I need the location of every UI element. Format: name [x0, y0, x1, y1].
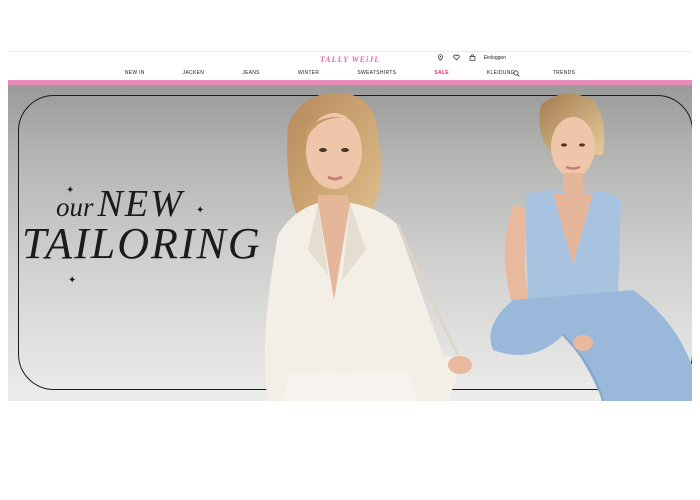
sparkle-icon: ✦	[66, 185, 75, 196]
login-link[interactable]: Einloggen	[484, 55, 506, 61]
location-pin-icon[interactable]	[436, 53, 445, 62]
hero-banner[interactable]: our NEW TAILORING ✦ ✦ ✦	[8, 85, 692, 401]
headline-tailoring: TAILORING	[22, 219, 262, 268]
nav-sweatshirts[interactable]: SWEATSHIRTS	[357, 70, 396, 76]
nav-new-in[interactable]: NEW IN	[125, 70, 145, 76]
nav-trends[interactable]: TRENDS	[553, 70, 575, 76]
site-header: TALLY WEiJL Einloggen NEW IN JACKEN JEAN…	[8, 52, 692, 80]
nav-winter[interactable]: WINTER	[298, 70, 320, 76]
model-blue-tailoring-image	[490, 93, 692, 401]
sparkle-icon: ✦	[196, 205, 205, 216]
main-nav: NEW IN JACKEN JEANS WINTER SWEATSHIRTS S…	[8, 68, 692, 78]
heart-icon[interactable]	[452, 53, 461, 62]
header-utilities: Einloggen	[436, 53, 506, 62]
nav-jeans[interactable]: JEANS	[242, 70, 260, 76]
bag-icon[interactable]	[468, 53, 477, 62]
nav-jacken[interactable]: JACKEN	[183, 70, 205, 76]
search-icon[interactable]	[511, 68, 521, 78]
sparkle-icon: ✦	[68, 275, 77, 286]
nav-sale[interactable]: SALE	[434, 70, 449, 76]
brand-logo[interactable]: TALLY WEiJL	[8, 55, 692, 64]
